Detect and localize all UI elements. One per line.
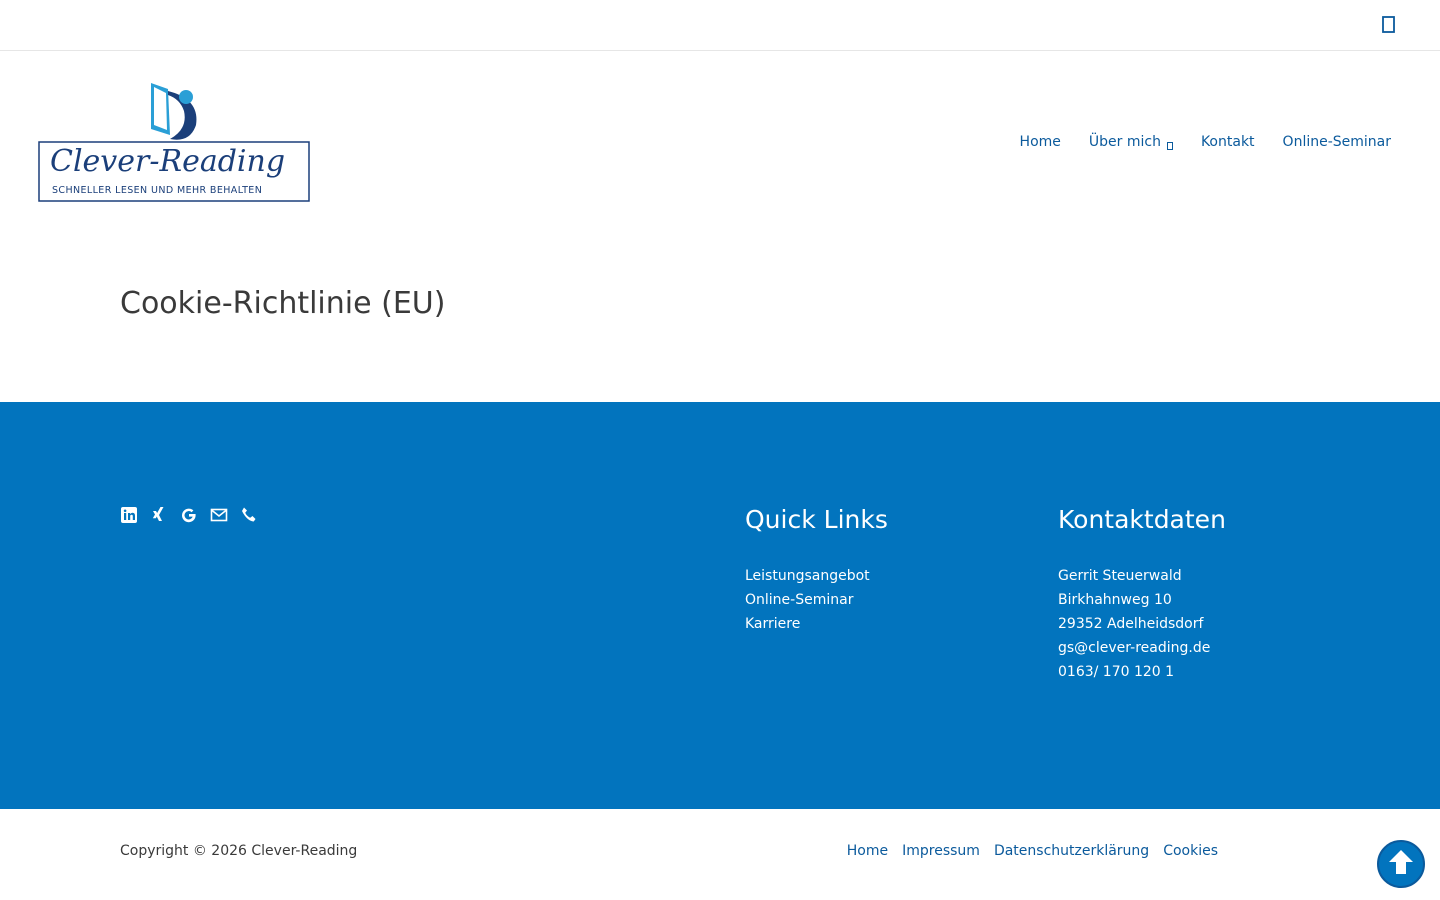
footer-navigation: Home Impressum Datenschutzerklärung Cook… [847, 843, 1218, 859]
linkedin-icon[interactable] [120, 506, 138, 524]
chevron-down-icon [1166, 138, 1173, 150]
phone-icon[interactable] [240, 506, 258, 524]
quick-links-heading: Quick Links [745, 505, 888, 534]
nav-kontakt[interactable]: Kontakt [1201, 134, 1255, 150]
site-logo[interactable]: Clever-Reading SCHNELLER LESEN UND MEHR … [38, 81, 310, 203]
main-navigation: Home Über mich Kontakt Online-Seminar [1020, 134, 1391, 150]
footer-widgets: Quick Links Leistungsangebot Online-Semi… [0, 402, 1440, 809]
google-icon[interactable] [180, 506, 198, 524]
page-title: Cookie-Richtlinie (EU) [120, 286, 446, 321]
footer-bottom-bar: Copyright © 2026 Clever-Reading Home Imp… [0, 809, 1440, 900]
quick-link[interactable]: Online-Seminar [745, 588, 888, 612]
quick-links-widget: Quick Links Leistungsangebot Online-Semi… [745, 505, 888, 636]
contact-street: Birkhahnweg 10 [1058, 592, 1172, 608]
quick-link[interactable]: Leistungsangebot [745, 564, 888, 588]
nav-ueber-mich[interactable]: Über mich [1089, 134, 1173, 150]
logo-wordmark: Clever-Reading [50, 144, 285, 179]
page-title-area: Cookie-Richtlinie (EU) [0, 233, 1440, 402]
contact-heading: Kontaktdaten [1058, 505, 1226, 534]
footer-link-impressum[interactable]: Impressum [902, 843, 980, 859]
quick-link[interactable]: Karriere [745, 612, 888, 636]
scroll-to-top-button[interactable] [1377, 840, 1425, 888]
arrow-up-icon [1386, 847, 1416, 881]
logo-tagline: SCHNELLER LESEN UND MEHR BEHALTEN [52, 185, 262, 196]
contact-name: Gerrit Steuerwald [1058, 568, 1182, 584]
contact-phone[interactable]: 0163/ 170 120 1 [1058, 660, 1226, 684]
xing-icon[interactable] [150, 506, 168, 524]
nav-online-seminar[interactable]: Online-Seminar [1283, 134, 1391, 150]
contact-city: 29352 Adelheidsdorf [1058, 616, 1204, 632]
contact-widget: Kontaktdaten Gerrit Steuerwald Birkhahnw… [1058, 505, 1226, 684]
nav-home[interactable]: Home [1020, 134, 1061, 150]
search-icon[interactable] [1379, 15, 1399, 35]
social-icons [120, 506, 258, 524]
top-bar [0, 0, 1440, 51]
footer-link-datenschutz[interactable]: Datenschutzerklärung [994, 843, 1149, 859]
site-header: Clever-Reading SCHNELLER LESEN UND MEHR … [0, 51, 1440, 233]
footer-link-home[interactable]: Home [847, 843, 888, 859]
mail-icon[interactable] [210, 506, 228, 524]
copyright-text: Copyright © 2026 Clever-Reading [120, 843, 358, 859]
footer-link-cookies[interactable]: Cookies [1163, 843, 1218, 859]
contact-email[interactable]: gs@clever-reading.de [1058, 636, 1226, 660]
